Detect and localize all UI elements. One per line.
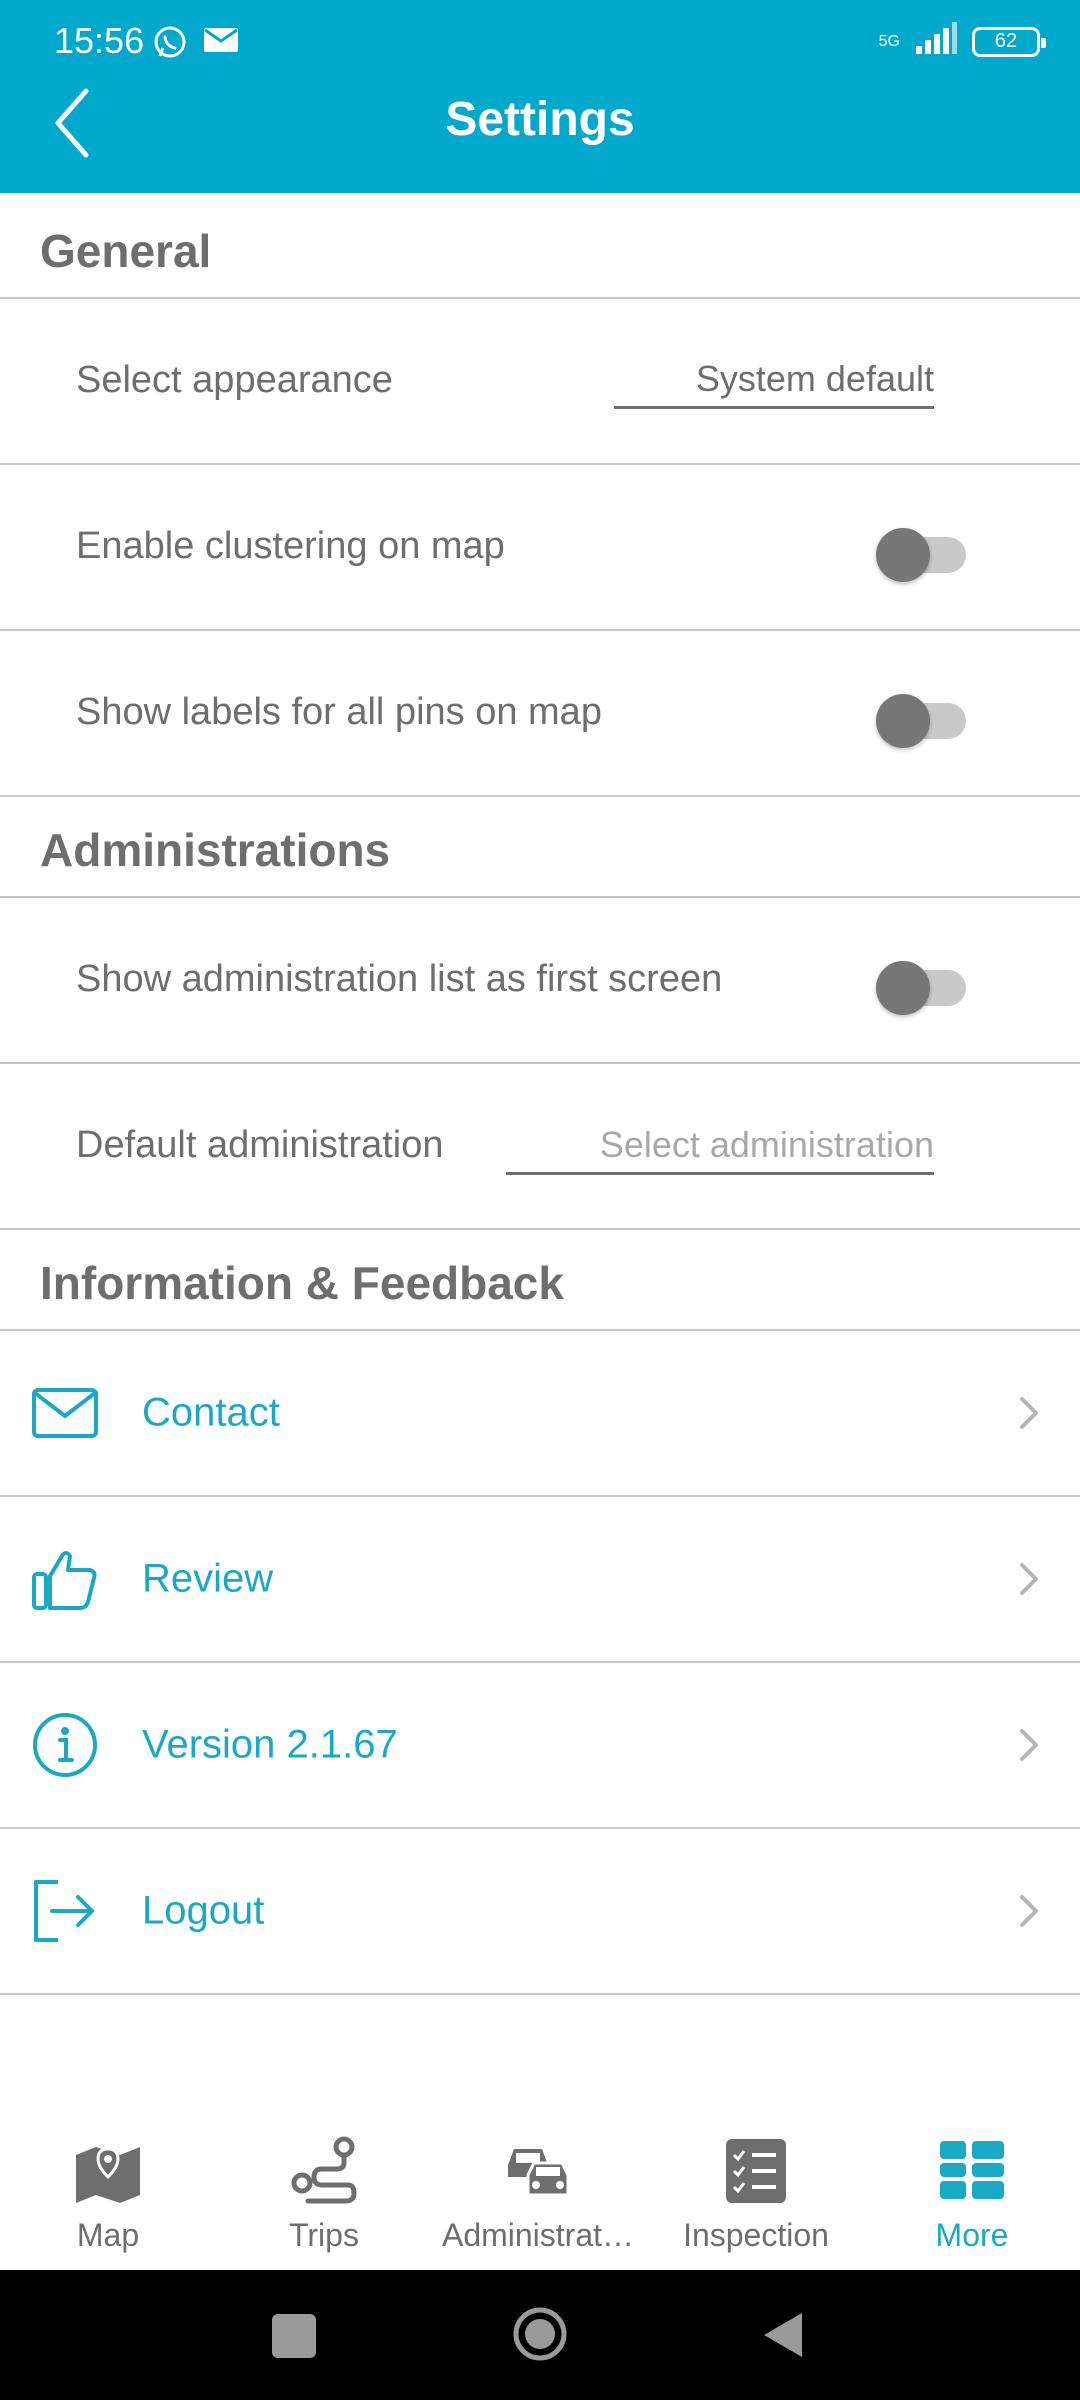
chevron-right-icon (1014, 1725, 1044, 1765)
contact-row[interactable]: Contact (0, 1331, 1080, 1495)
recents-button[interactable] (272, 2314, 316, 2358)
app-header: 15:56 5G 62 Settings (0, 0, 1080, 193)
version-label: Version 2.1.67 (142, 1722, 398, 1767)
mail-icon (202, 24, 240, 61)
signal-icon (914, 22, 958, 61)
nav-more[interactable]: More (912, 2115, 1032, 2270)
clustering-toggle[interactable] (876, 518, 966, 582)
default-administration-label: Default administration (76, 1124, 444, 1166)
review-row[interactable]: Review (0, 1497, 1080, 1661)
nav-trips[interactable]: Trips (264, 2115, 384, 2270)
dashboard-icon (936, 2135, 1008, 2207)
divider (0, 629, 1080, 631)
nav-inspection-label: Inspection (683, 2217, 829, 2253)
status-time: 15:56 (54, 20, 145, 61)
battery-indicator: 62 (972, 26, 1046, 57)
appearance-label: Select appearance (76, 359, 393, 401)
divider (0, 795, 1080, 797)
section-title-general: General (40, 225, 212, 277)
home-button[interactable] (512, 2306, 568, 2362)
mail-outline-icon (30, 1378, 100, 1448)
nav-administrations[interactable]: Administrat… (430, 2115, 646, 2270)
labels-label: Show labels for all pins on map (76, 691, 602, 733)
nav-map-label: Map (76, 2217, 140, 2253)
nav-trips-label: Trips (289, 2217, 359, 2253)
page-title: Settings (445, 93, 635, 146)
divider (0, 1062, 1080, 1064)
section-title-administrations: Administrations (40, 824, 391, 876)
route-icon (288, 2135, 360, 2207)
nav-inspection[interactable]: Inspection (672, 2115, 840, 2270)
first-screen-label: Show administration list as first screen (76, 958, 723, 1000)
network-type: 5G (878, 32, 900, 50)
divider (0, 297, 1080, 299)
version-row[interactable]: Version 2.1.67 (0, 1663, 1080, 1827)
status-right: 5G 62 (878, 22, 1046, 61)
divider (0, 896, 1080, 898)
chevron-right-icon (1014, 1559, 1044, 1599)
default-administration-select[interactable]: Select administration (506, 1124, 934, 1175)
nav-map[interactable]: Map (48, 2115, 168, 2270)
checklist-icon (720, 2135, 792, 2207)
bottom-navigation: Map Trips Administrat… Inspection More (0, 2115, 1080, 2270)
whatsapp-icon (152, 24, 188, 65)
section-title-info: Information & Feedback (40, 1257, 564, 1309)
system-navigation-bar (0, 2270, 1080, 2400)
first-screen-toggle[interactable] (876, 951, 966, 1015)
nav-administrations-label: Administrat… (441, 2217, 635, 2253)
contact-label: Contact (142, 1390, 280, 1435)
home-circle-icon (513, 2307, 567, 2361)
divider (0, 1228, 1080, 1230)
divider (0, 463, 1080, 465)
divider (0, 1993, 1080, 1995)
chevron-right-icon (1014, 1891, 1044, 1931)
appearance-select[interactable]: System default (614, 358, 934, 409)
chevron-right-icon (1014, 1393, 1044, 1433)
cars-icon (502, 2135, 574, 2207)
triangle-back-icon (764, 2313, 802, 2357)
nav-more-label: More (935, 2217, 1009, 2253)
logout-label: Logout (142, 1888, 265, 1933)
labels-toggle[interactable] (876, 684, 966, 748)
info-icon (30, 1710, 100, 1780)
map-icon (72, 2135, 144, 2207)
back-nav-button[interactable] (760, 2310, 806, 2360)
logout-row[interactable]: Logout (0, 1829, 1080, 1993)
thumbs-up-icon (30, 1544, 100, 1614)
clustering-label: Enable clustering on map (76, 525, 505, 567)
review-label: Review (142, 1556, 274, 1601)
logout-icon (30, 1876, 100, 1946)
